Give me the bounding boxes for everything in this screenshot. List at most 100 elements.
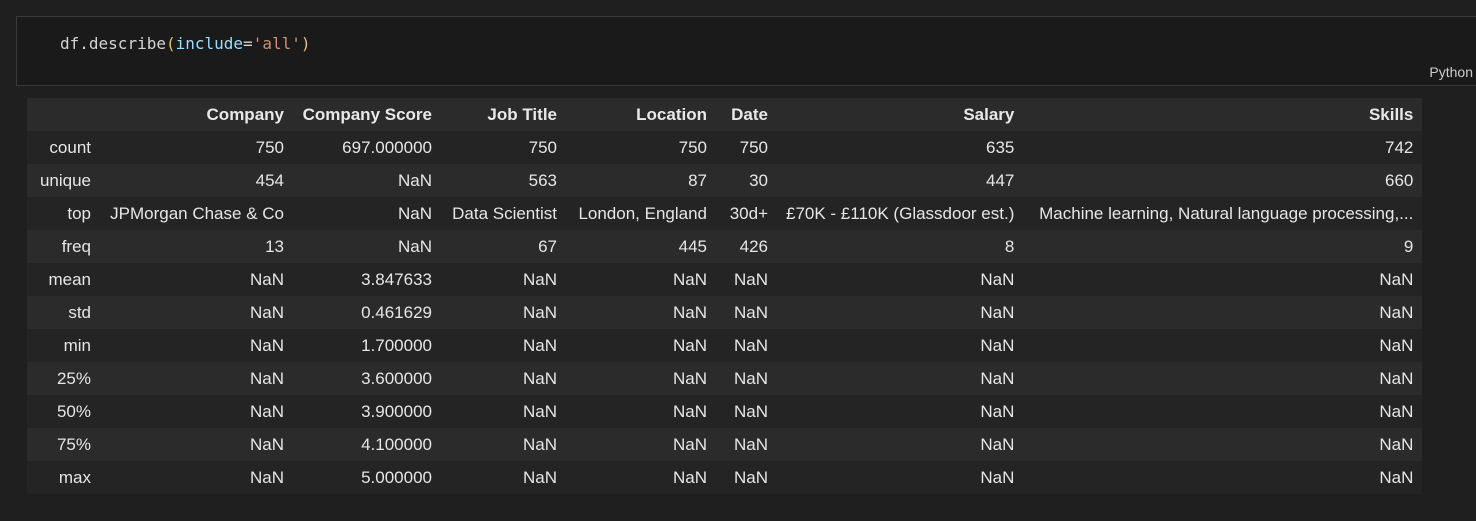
row-index: mean: [48, 269, 91, 289]
table-row: max NaN 5.000000 NaN NaN NaN NaN NaN: [27, 461, 1423, 494]
table-cell: 445: [678, 236, 707, 256]
table-cell: London, England: [578, 203, 707, 223]
row-index: std: [68, 302, 91, 322]
table-cell: 5.000000: [361, 467, 432, 487]
table-row: freq 13 NaN 67 445 426 8 9: [27, 230, 1423, 263]
row-index: unique: [39, 170, 91, 190]
table-cell: NaN: [733, 335, 768, 355]
table-row: std NaN 0.461629 NaN NaN NaN NaN NaN: [27, 296, 1423, 329]
column-header-index: [27, 98, 100, 131]
code-editor-line[interactable]: df.describe(include='all'): [60, 34, 311, 54]
table-cell: 8: [1004, 236, 1015, 256]
table-cell: 0.461629: [361, 302, 432, 322]
table-cell: NaN: [522, 467, 557, 487]
table-cell: NaN: [397, 170, 432, 190]
dataframe-table: Company Company Score Job Title Location…: [27, 98, 1423, 494]
table-cell: NaN: [980, 269, 1015, 289]
table-cell: NaN: [672, 434, 707, 454]
table-cell: NaN: [980, 368, 1015, 388]
table-cell: NaN: [980, 335, 1015, 355]
table-cell: 742: [1384, 137, 1414, 157]
table-cell: NaN: [249, 434, 284, 454]
table-cell: NaN: [1379, 335, 1414, 355]
table-cell: 426: [739, 236, 768, 256]
cell-language-label[interactable]: Python: [1429, 64, 1473, 80]
table-cell: 30d+: [729, 203, 768, 223]
table-cell: NaN: [1379, 434, 1414, 454]
row-index: min: [63, 335, 91, 355]
column-header-skills: Skills: [1368, 104, 1414, 124]
table-cell: 3.847633: [361, 269, 432, 289]
table-cell: 9: [1403, 236, 1414, 256]
table-cell: NaN: [733, 434, 768, 454]
code-token-kwarg: include: [175, 34, 244, 53]
table-row: min NaN 1.700000 NaN NaN NaN NaN NaN: [27, 329, 1423, 362]
table-cell: NaN: [733, 368, 768, 388]
row-index: max: [58, 467, 91, 487]
table-cell: 697.000000: [342, 137, 432, 157]
column-header-location: Location: [636, 104, 707, 124]
table-cell: NaN: [249, 401, 284, 421]
table-cell: NaN: [1379, 302, 1414, 322]
column-header-company-score: Company Score: [302, 104, 432, 124]
table-cell: NaN: [1379, 467, 1414, 487]
table-cell: NaN: [980, 467, 1015, 487]
column-header-salary: Salary: [963, 104, 1015, 124]
table-cell: NaN: [522, 269, 557, 289]
table-cell: NaN: [1379, 269, 1414, 289]
table-cell: NaN: [522, 302, 557, 322]
table-cell: NaN: [733, 467, 768, 487]
table-cell: NaN: [397, 203, 432, 223]
table-cell: 3.900000: [361, 401, 432, 421]
table-cell: 4.100000: [361, 434, 432, 454]
table-cell: 87: [688, 170, 707, 190]
table-row: unique 454 NaN 563 87 30 447 660: [27, 164, 1423, 197]
table-cell: Data Scientist: [452, 203, 557, 223]
table-cell: NaN: [672, 269, 707, 289]
table-cell: NaN: [249, 269, 284, 289]
table-cell: NaN: [672, 401, 707, 421]
table-cell: NaN: [522, 368, 557, 388]
code-token-dot: .: [79, 34, 89, 53]
table-cell: NaN: [733, 269, 768, 289]
table-cell: NaN: [980, 434, 1015, 454]
table-cell: 660: [1384, 170, 1414, 190]
table-cell: NaN: [672, 335, 707, 355]
row-index: 75%: [56, 434, 91, 454]
table-cell: NaN: [522, 335, 557, 355]
code-token-method: describe: [88, 34, 166, 53]
table-cell: 750: [528, 137, 557, 157]
table-cell: 750: [678, 137, 707, 157]
cell-output: Company Company Score Job Title Location…: [27, 98, 1423, 494]
column-header-date: Date: [731, 104, 768, 124]
table-cell: NaN: [672, 368, 707, 388]
table-cell: Machine learning, Natural language proce…: [1039, 203, 1414, 223]
row-index: count: [49, 137, 91, 157]
table-cell: NaN: [1379, 368, 1414, 388]
table-cell: 67: [538, 236, 557, 256]
code-token-open-paren: (: [165, 34, 176, 53]
table-cell: 30: [749, 170, 768, 190]
table-row: top JPMorgan Chase & Co NaN Data Scienti…: [27, 197, 1423, 230]
column-header-company: Company: [206, 104, 284, 124]
table-row: 50% NaN 3.900000 NaN NaN NaN NaN NaN: [27, 395, 1423, 428]
table-row: 25% NaN 3.600000 NaN NaN NaN NaN NaN: [27, 362, 1423, 395]
table-cell: NaN: [980, 401, 1015, 421]
code-token-equals: =: [243, 34, 253, 53]
code-token-string: 'all': [252, 34, 301, 53]
table-cell: 750: [739, 137, 768, 157]
table-cell: £70K - £110K (Glassdoor est.): [786, 203, 1015, 223]
table-cell: NaN: [672, 467, 707, 487]
table-cell: 447: [985, 170, 1015, 190]
code-cell[interactable]: df.describe(include='all') Python: [16, 16, 1476, 86]
table-cell: NaN: [733, 401, 768, 421]
table-cell: NaN: [249, 467, 284, 487]
table-cell: 750: [255, 137, 284, 157]
table-cell: 3.600000: [361, 368, 432, 388]
table-cell: JPMorgan Chase & Co: [110, 203, 284, 223]
table-cell: NaN: [980, 302, 1015, 322]
table-cell: NaN: [733, 302, 768, 322]
table-header-row: Company Company Score Job Title Location…: [27, 98, 1423, 131]
table-row: count 750 697.000000 750 750 750 635 742: [27, 131, 1423, 164]
table-cell: 563: [528, 170, 557, 190]
